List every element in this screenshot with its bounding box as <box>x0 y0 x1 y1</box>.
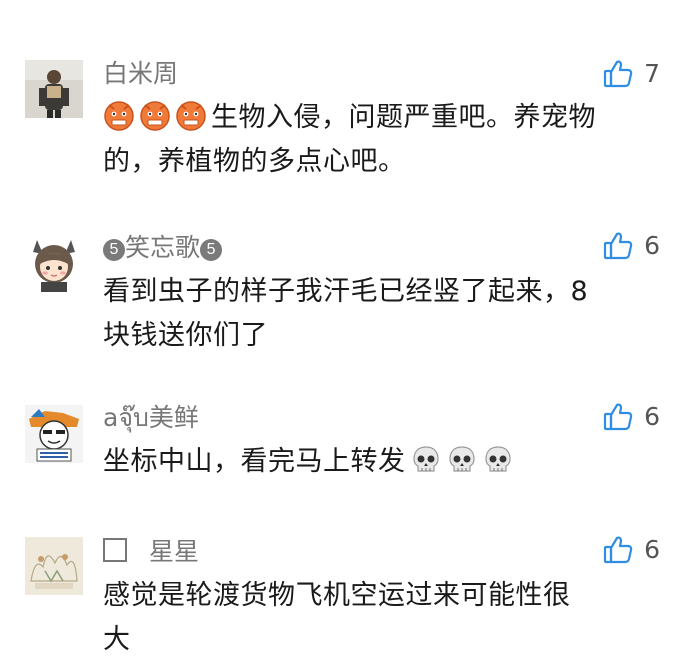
thumbs-up-icon <box>602 534 634 566</box>
comment-text: 感觉是轮渡货物飞机空运过来可能性很 大 <box>103 574 663 662</box>
comment-text-line: 感觉是轮渡货物飞机空运过来可能性很 <box>103 580 571 611</box>
comment-4: 星星 6 感觉是轮渡货物飞机空运过来可能性很 大 <box>0 0 690 670</box>
checkbox-square-icon <box>103 538 127 562</box>
comment-author-name: 星星 <box>149 537 200 566</box>
like-button[interactable]: 6 <box>602 534 660 566</box>
avatar[interactable] <box>25 537 83 595</box>
like-count: 6 <box>644 535 660 564</box>
comment-author[interactable]: 星星 <box>103 537 199 567</box>
comment-text-line: 大 <box>103 624 131 655</box>
